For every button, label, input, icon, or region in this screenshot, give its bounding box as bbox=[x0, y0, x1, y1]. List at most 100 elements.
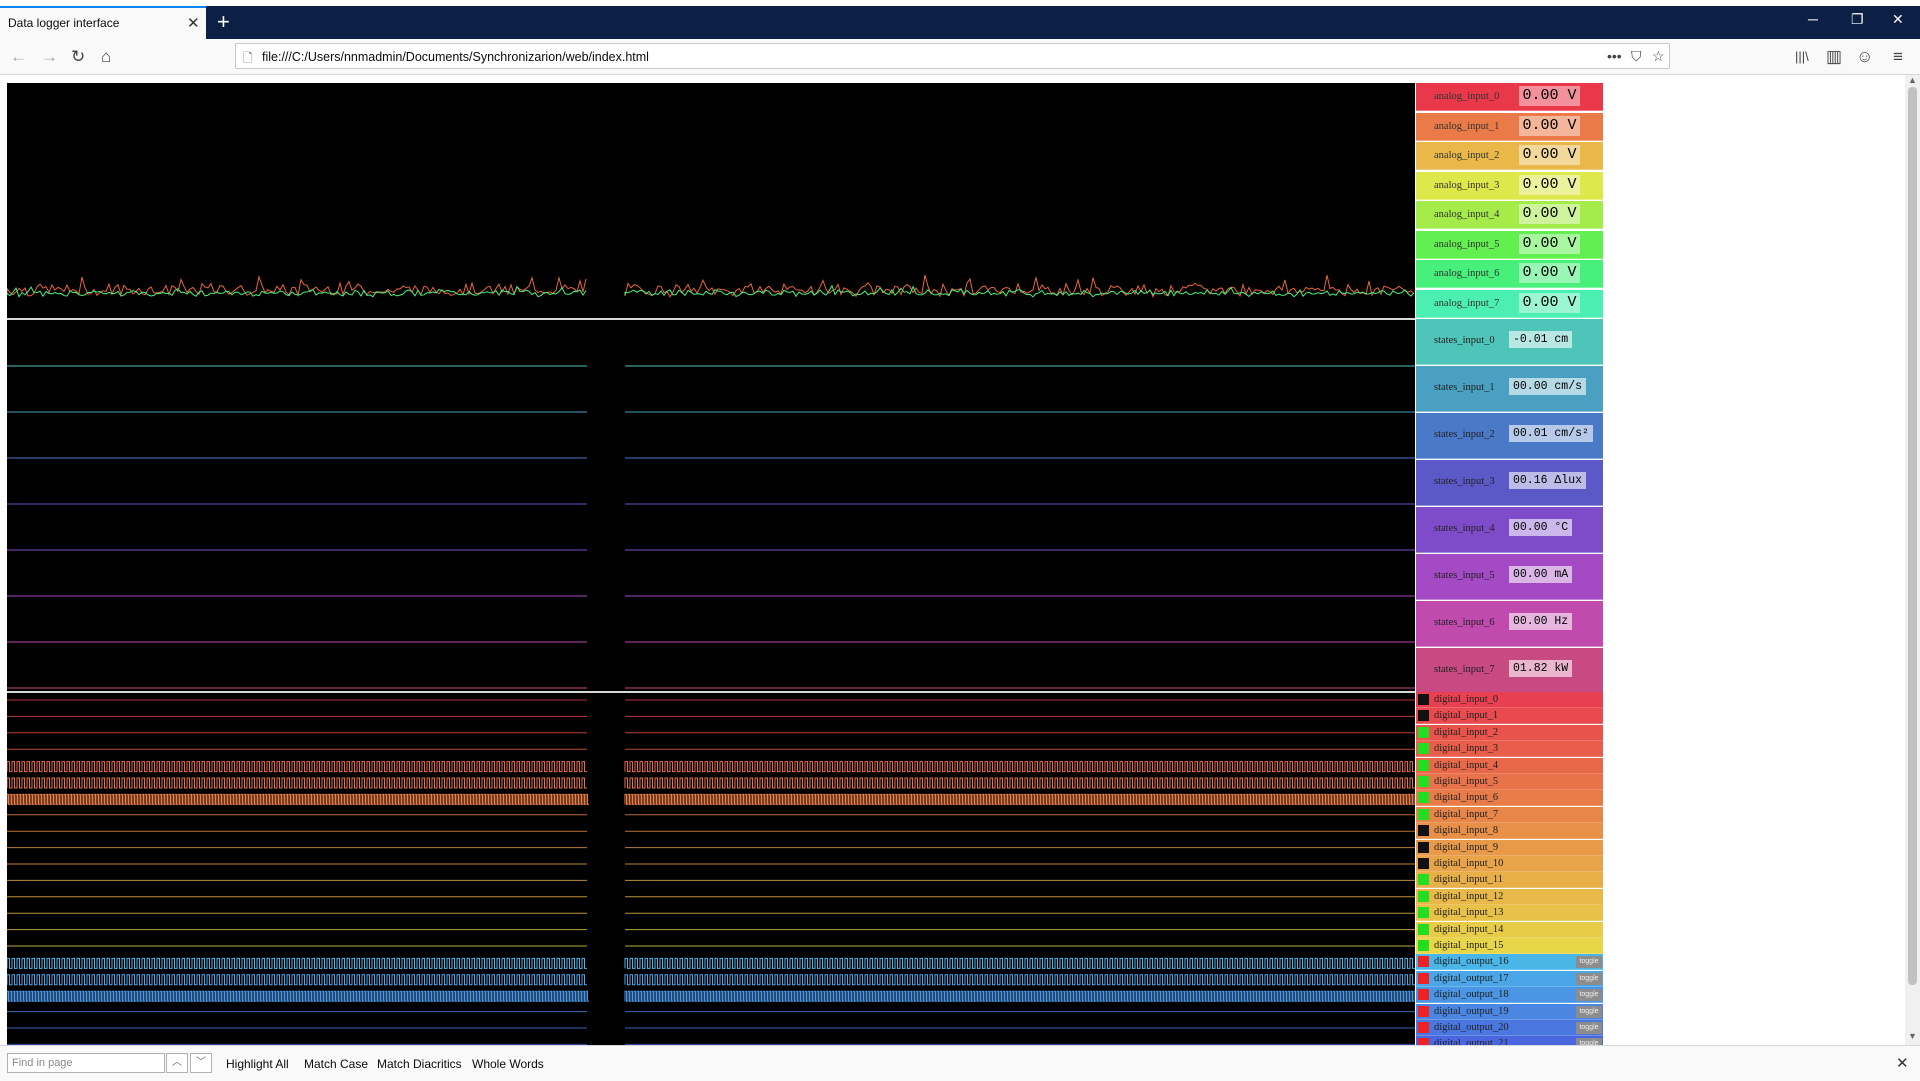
toggle-button[interactable]: toggle bbox=[1576, 989, 1602, 1002]
scroll-up-icon[interactable]: ▲ bbox=[1908, 75, 1917, 85]
find-bar: Find in page ︿ ﹀ Highlight All Match Cas… bbox=[0, 1045, 1920, 1081]
analog-input-row: analog_input_0 0.00 V bbox=[1416, 83, 1603, 111]
browser-titlebar: Data logger interface ✕ + ─ ❐ ✕ bbox=[0, 6, 1920, 39]
states-input-label: states_input_5 bbox=[1434, 570, 1495, 581]
digital-channel-row: digital_input_14 bbox=[1416, 921, 1603, 938]
state-indicator bbox=[1418, 874, 1429, 886]
states-input-value: 00.01 cm/s² bbox=[1509, 425, 1593, 442]
vertical-scrollbar[interactable]: ▲ ▼ bbox=[1905, 75, 1920, 1045]
digital-channel-row: digital_input_15 bbox=[1416, 938, 1603, 954]
digital-trace bbox=[7, 990, 589, 1002]
navigation-bar: ← → ↻ ⌂ 🗋 file:///C:/Users/nnmadmin/Docu… bbox=[0, 39, 1920, 75]
digital-channel-row: digital_input_6 bbox=[1416, 790, 1603, 807]
analog-input-value: 0.00 V bbox=[1519, 86, 1580, 106]
scroll-thumb[interactable] bbox=[1908, 87, 1917, 985]
digital-trace bbox=[7, 793, 589, 805]
digital-channel-row: digital_input_13 bbox=[1416, 905, 1603, 922]
library-icon[interactable]: |||\ bbox=[1795, 49, 1809, 64]
home-icon[interactable]: ⌂ bbox=[101, 47, 111, 67]
analog-input-value: 0.00 V bbox=[1519, 115, 1580, 136]
analog-input-label: analog_input_7 bbox=[1434, 297, 1500, 309]
digital-channel-row: digital_input_8 bbox=[1416, 823, 1603, 840]
analog-input-row: analog_input_4 0.00 V bbox=[1416, 201, 1603, 229]
states-input-label: states_input_3 bbox=[1434, 476, 1495, 487]
states-input-value: 00.00 °C bbox=[1509, 519, 1573, 536]
url-bar[interactable]: 🗋 file:///C:/Users/nnmadmin/Documents/Sy… bbox=[235, 43, 1670, 69]
digital-channel-label: digital_input_13 bbox=[1434, 907, 1504, 919]
account-icon[interactable]: ☺ bbox=[1856, 47, 1873, 67]
digital-channel-row: digital_output_19 toggle bbox=[1416, 1003, 1603, 1020]
state-indicator bbox=[1418, 743, 1429, 755]
match-diacritics-option[interactable]: Match Diacritics bbox=[377, 1057, 462, 1071]
find-next-button[interactable]: ﹀ bbox=[190, 1053, 212, 1073]
page-actions-icon[interactable]: ••• bbox=[1607, 48, 1622, 64]
state-indicator bbox=[1418, 890, 1429, 902]
analog-input-label: analog_input_4 bbox=[1434, 209, 1500, 220]
bookmark-star-icon[interactable]: ☆ bbox=[1652, 48, 1665, 65]
url-text[interactable]: file:///C:/Users/nnmadmin/Documents/Sync… bbox=[262, 50, 649, 64]
state-indicator bbox=[1418, 1022, 1429, 1033]
digital-trace bbox=[624, 974, 1415, 986]
back-icon[interactable]: ← bbox=[10, 47, 27, 67]
new-tab-button[interactable]: + bbox=[217, 9, 230, 35]
toggle-button[interactable]: toggle bbox=[1576, 972, 1602, 985]
analog-input-value: 0.00 V bbox=[1519, 263, 1580, 283]
states-input-value: 01.82 kW bbox=[1509, 660, 1573, 677]
analog-input-label: analog_input_3 bbox=[1434, 179, 1500, 191]
pocket-icon[interactable]: ⛉ bbox=[1631, 48, 1642, 65]
tab-data-logger[interactable]: Data logger interface ✕ bbox=[0, 6, 206, 39]
minimize-button[interactable]: ─ bbox=[1808, 11, 1818, 27]
toggle-button[interactable]: toggle bbox=[1576, 956, 1602, 969]
digital-channel-row: digital_input_2 bbox=[1416, 724, 1603, 741]
digital-channel-label: digital_input_9 bbox=[1434, 841, 1499, 853]
state-indicator bbox=[1418, 972, 1429, 984]
digital-channel-label: digital_output_18 bbox=[1434, 989, 1509, 1001]
digital-channel-row: digital_input_12 bbox=[1416, 888, 1603, 905]
tab-title: Data logger interface bbox=[8, 16, 120, 30]
digital-channel-row: digital_input_11 bbox=[1416, 872, 1603, 889]
signal-plot bbox=[7, 83, 1415, 1045]
states-input-value: 00.00 mA bbox=[1509, 566, 1573, 583]
digital-trace bbox=[624, 957, 1415, 969]
tab-close-icon[interactable]: ✕ bbox=[187, 14, 200, 32]
digital-channel-label: digital_input_1 bbox=[1434, 710, 1499, 722]
states-input-label: states_input_7 bbox=[1434, 664, 1495, 675]
find-previous-button[interactable]: ︿ bbox=[166, 1053, 188, 1073]
match-case-option[interactable]: Match Case bbox=[304, 1057, 368, 1071]
digital-channel-row: digital_input_3 bbox=[1416, 741, 1603, 758]
digital-channel-label: digital_input_8 bbox=[1434, 825, 1499, 837]
toggle-button[interactable]: toggle bbox=[1576, 1005, 1602, 1018]
analog-input-row: analog_input_6 0.00 V bbox=[1416, 260, 1603, 288]
toggle-button[interactable]: toggle bbox=[1576, 1022, 1602, 1034]
analog-input-value: 0.00 V bbox=[1519, 145, 1580, 165]
scroll-down-icon[interactable]: ▼ bbox=[1908, 1031, 1917, 1041]
digital-channel-label: digital_input_4 bbox=[1434, 759, 1499, 771]
digital-channel-label: digital_output_20 bbox=[1434, 1022, 1509, 1033]
state-indicator bbox=[1418, 694, 1429, 705]
analog-input-label: analog_input_5 bbox=[1434, 238, 1500, 250]
window-close-button[interactable]: ✕ bbox=[1892, 11, 1904, 28]
state-indicator bbox=[1418, 759, 1429, 771]
states-input-row: states_input_1 00.00 cm/s bbox=[1416, 366, 1603, 412]
highlight-all-option[interactable]: Highlight All bbox=[226, 1057, 289, 1071]
analog-input-row: analog_input_7 0.00 V bbox=[1416, 289, 1603, 318]
forward-icon[interactable]: → bbox=[41, 47, 58, 67]
digital-channel-row: digital_input_4 bbox=[1416, 757, 1603, 774]
whole-words-option[interactable]: Whole Words bbox=[472, 1057, 544, 1071]
states-input-row: states_input_5 00.00 mA bbox=[1416, 554, 1603, 600]
find-input[interactable]: Find in page bbox=[7, 1053, 165, 1073]
analog-input-label: analog_input_0 bbox=[1434, 91, 1500, 102]
analog-input-row: analog_input_3 0.00 V bbox=[1416, 171, 1603, 200]
state-indicator bbox=[1418, 923, 1429, 935]
restore-button[interactable]: ❐ bbox=[1851, 11, 1864, 28]
analog-trace-orange bbox=[7, 274, 587, 298]
reload-icon[interactable]: ↻ bbox=[71, 47, 85, 67]
find-close-icon[interactable]: ✕ bbox=[1896, 1054, 1909, 1072]
states-input-row: states_input_7 01.82 kW bbox=[1416, 648, 1603, 694]
states-input-value: -0.01 cm bbox=[1509, 331, 1573, 348]
digital-channel-row: digital_input_5 bbox=[1416, 774, 1603, 790]
sidebar-icon[interactable]: ▥ bbox=[1826, 47, 1842, 67]
menu-icon[interactable]: ≡ bbox=[1893, 47, 1903, 67]
analog-input-row: analog_input_2 0.00 V bbox=[1416, 142, 1603, 170]
digital-channel-label: digital_output_16 bbox=[1434, 956, 1509, 968]
